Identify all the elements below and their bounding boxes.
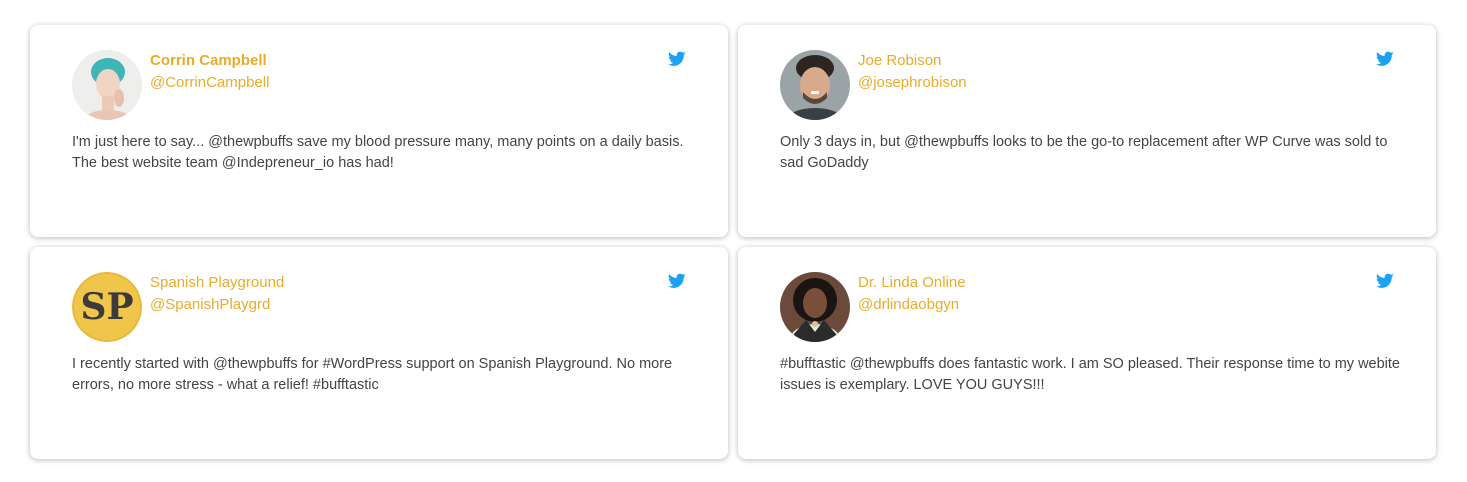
testimonial-text: I'm just here to say... @thewpbuffs save… <box>72 134 684 171</box>
avatar[interactable] <box>780 50 850 120</box>
testimonial-text: #bufftastic @thewpbuffs does fantastic w… <box>780 356 1400 393</box>
author-handle[interactable]: @josephrobison <box>858 74 967 91</box>
testimonial-card-dr-linda-online: Dr. Linda Online @drlindaobgyn #bufftast… <box>738 247 1436 459</box>
author-handle[interactable]: @drlindaobgyn <box>858 296 959 313</box>
avatar-logo-text: SP <box>80 286 133 328</box>
testimonial-text: Only 3 days in, but @thewpbuffs looks to… <box>780 134 1388 171</box>
twitter-bird-icon[interactable] <box>667 273 686 289</box>
author-name[interactable]: Joe Robison <box>858 52 941 69</box>
author-handle[interactable]: @SpanishPlaygrd <box>150 296 270 313</box>
author-name[interactable]: Corrin Campbell <box>150 52 267 69</box>
testimonial-card-corrin-campbell: Corrin Campbell @CorrinCampbell I'm just… <box>30 25 728 237</box>
twitter-bird-icon[interactable] <box>667 51 686 67</box>
avatar[interactable] <box>780 272 850 342</box>
testimonial-card-joe-robison: Joe Robison @josephrobison Only 3 days i… <box>738 25 1436 237</box>
author-name[interactable]: Dr. Linda Online <box>858 274 966 291</box>
twitter-bird-icon[interactable] <box>1375 273 1394 289</box>
author-name[interactable]: Spanish Playground <box>150 274 284 291</box>
twitter-bird-icon[interactable] <box>1375 51 1394 67</box>
avatar[interactable]: SP <box>72 272 142 342</box>
testimonial-text: I recently started with @thewpbuffs for … <box>72 356 673 393</box>
avatar[interactable] <box>72 50 142 120</box>
testimonials-grid: Corrin Campbell @CorrinCampbell I'm just… <box>0 0 1467 482</box>
author-handle[interactable]: @CorrinCampbell <box>150 74 269 91</box>
testimonial-card-spanish-playground: SP Spanish Playground @SpanishPlaygrd I … <box>30 247 728 459</box>
